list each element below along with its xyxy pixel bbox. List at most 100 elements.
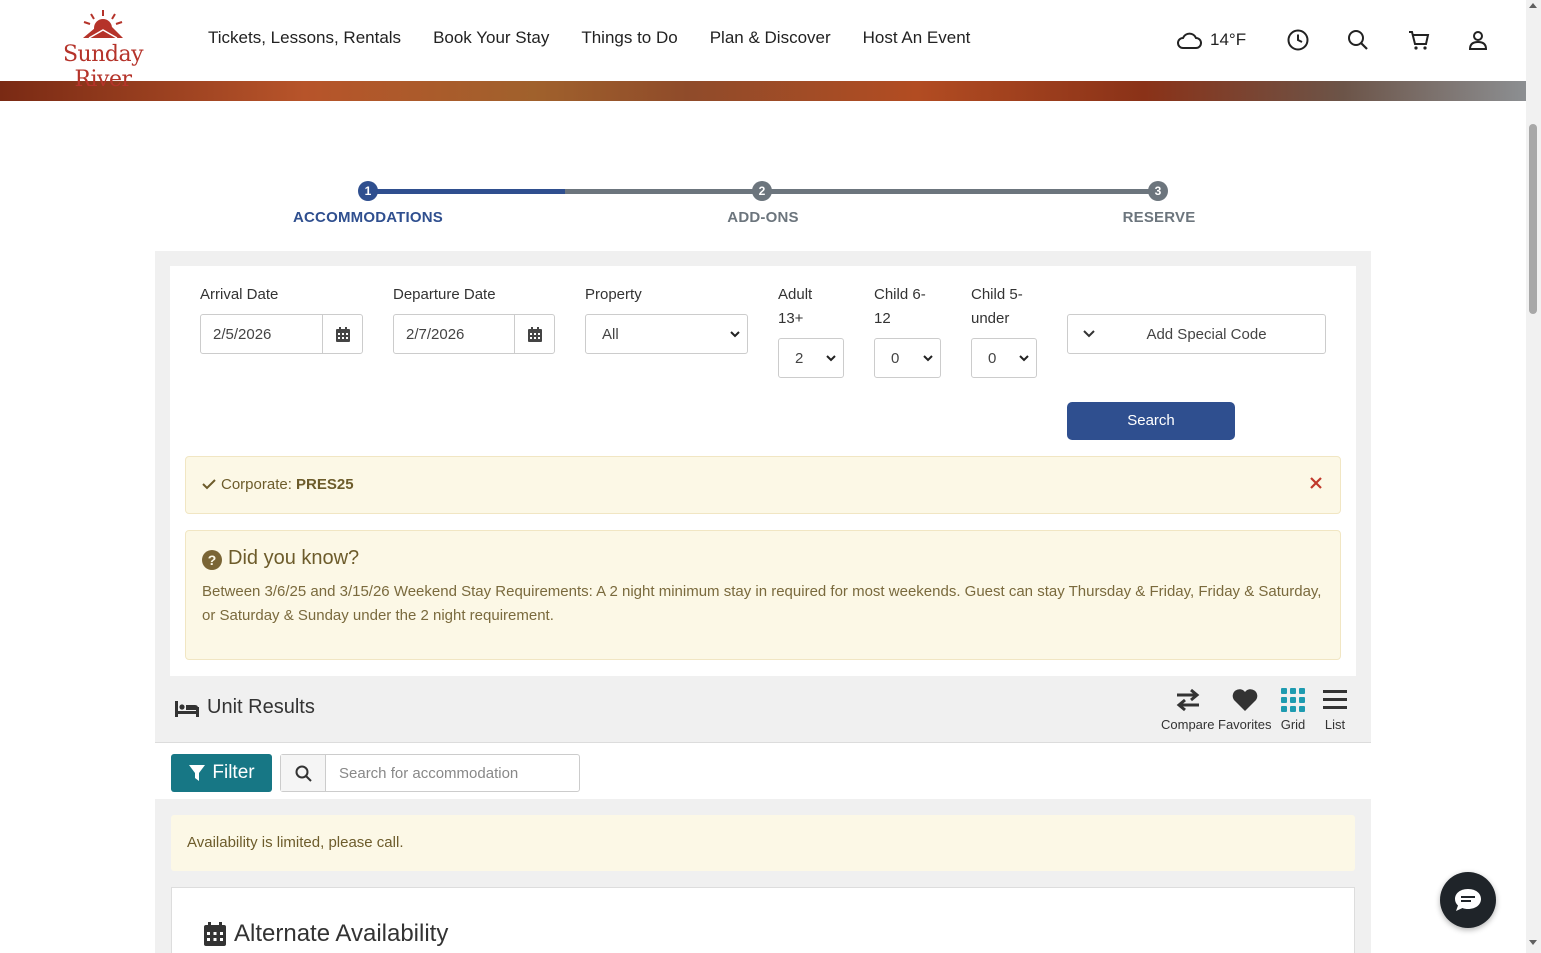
adult-label-line2: 13+ (778, 310, 804, 327)
clock-icon[interactable] (1286, 28, 1310, 52)
arrival-date-value: 2/5/2026 (213, 326, 272, 343)
compare-view-button[interactable]: Compare (1161, 687, 1214, 732)
filter-button[interactable]: Filter (171, 754, 272, 792)
list-icon (1323, 690, 1347, 709)
adult-label-line1: Adult (778, 286, 813, 303)
scroll-thumb[interactable] (1529, 124, 1537, 314)
chevron-down-icon (730, 331, 740, 338)
chat-button[interactable] (1440, 872, 1496, 928)
property-value: All (602, 326, 619, 343)
filter-icon (189, 765, 206, 781)
arrival-date-label: Arrival Date (200, 286, 279, 303)
brand-name: Sunday River (62, 42, 144, 92)
filter-label: Filter (212, 762, 255, 783)
alternate-availability-card: Alternate Availability (171, 887, 1355, 953)
list-view-button[interactable]: List (1322, 687, 1348, 732)
cloud-icon (1177, 32, 1202, 49)
child-6-12-value: 0 (891, 350, 900, 367)
departure-calendar-button[interactable] (514, 315, 554, 353)
remove-code-icon[interactable] (1308, 475, 1324, 491)
chat-bubble-icon (1455, 889, 1481, 911)
step-2-circle: 2 (752, 181, 772, 201)
grid-icon (1281, 688, 1305, 712)
corporate-code-alert: Corporate: PRES25 (185, 456, 1341, 514)
did-you-know-title: Did you know? (228, 547, 360, 569)
special-code-label: Add Special Code (1146, 326, 1267, 343)
step-1-circle: 1 (358, 181, 378, 201)
compare-label: Compare (1161, 717, 1215, 732)
accommodation-search-placeholder: Search for accommodation (339, 765, 519, 782)
departure-date-field[interactable]: 2/7/2026 (393, 314, 555, 354)
unit-results-bar: Unit Results Compare Favorites Grid List (155, 677, 1371, 743)
child-6-12-label-line2: 12 (874, 310, 891, 327)
search-icon[interactable] (1346, 28, 1370, 52)
unit-results-title: Unit Results (207, 696, 315, 718)
child-6-12-label-line1: Child 6- (874, 286, 926, 303)
cart-icon[interactable] (1407, 28, 1431, 52)
child-6-12-select[interactable]: 0 (874, 338, 941, 378)
child-5-under-label-line2: under (971, 310, 1010, 327)
nav-book-your-stay[interactable]: Book Your Stay (433, 28, 549, 48)
step-3-label: RESERVE (1122, 209, 1196, 226)
question-circle-icon: ? (202, 550, 222, 570)
site-header: Sunday River Tickets, Lessons, Rentals B… (0, 0, 1526, 92)
alternate-availability-heading: Alternate Availability (204, 920, 448, 948)
departure-date-label: Departure Date (393, 286, 496, 303)
child-5-under-value: 0 (988, 350, 997, 367)
special-code-toggle[interactable]: Add Special Code (1067, 314, 1326, 354)
departure-date-value: 2/7/2026 (406, 326, 465, 343)
sun-logo-icon (83, 10, 123, 39)
nav-things-to-do[interactable]: Things to Do (581, 28, 677, 48)
did-you-know-alert: ? Did you know? Between 3/6/25 and 3/15/… (185, 530, 1341, 660)
arrival-calendar-button[interactable] (322, 315, 362, 353)
property-select[interactable]: All (585, 314, 748, 354)
calendar-icon (335, 326, 350, 342)
corporate-code: PRES25 (296, 476, 354, 493)
grid-label: Grid (1280, 717, 1306, 732)
nav-plan-discover[interactable]: Plan & Discover (710, 28, 831, 48)
favorites-label: Favorites (1218, 717, 1272, 732)
adult-count-value: 2 (795, 350, 804, 367)
property-label: Property (585, 286, 642, 303)
did-you-know-body: Between 3/6/25 and 3/15/26 Weekend Stay … (202, 583, 1322, 624)
page-scrollbar[interactable] (1526, 0, 1541, 953)
weather-temp: 14°F (1210, 30, 1247, 49)
chevron-down-icon (923, 355, 933, 362)
step-1-label[interactable]: ACCOMMODATIONS (268, 209, 468, 226)
chevron-down-icon (826, 355, 836, 362)
alternate-availability-title: Alternate Availability (234, 920, 449, 947)
calendar-icon (204, 922, 226, 946)
search-button[interactable]: Search (1067, 402, 1235, 440)
nav-tickets[interactable]: Tickets, Lessons, Rentals (208, 28, 401, 48)
corporate-alert-text: Corporate: PRES25 (221, 476, 354, 493)
corporate-prefix: Corporate: (221, 476, 297, 493)
heart-icon (1232, 689, 1258, 711)
nav-host-an-event[interactable]: Host An Event (863, 28, 971, 48)
search-addon (281, 755, 326, 791)
child-5-under-label-line1: Child 5- (971, 286, 1023, 303)
step-2-label: ADD-ONS (727, 209, 799, 226)
stepper-progress-line (368, 189, 565, 194)
hero-image-strip (0, 81, 1526, 101)
booking-stepper: 1 2 3 ACCOMMODATIONS ADD-ONS RESERVE (155, 175, 1370, 235)
header-tools: 14°F (1176, 24, 1246, 56)
user-icon[interactable] (1466, 28, 1490, 52)
unit-results-heading: Unit Results (175, 696, 315, 719)
child-5-under-select[interactable]: 0 (971, 338, 1037, 378)
scroll-down-icon[interactable] (1529, 940, 1537, 945)
list-label: List (1324, 717, 1346, 732)
chevron-down-icon (1019, 355, 1029, 362)
grid-view-button[interactable]: Grid (1280, 687, 1306, 732)
compare-arrows-icon (1176, 688, 1200, 712)
arrival-date-field[interactable]: 2/5/2026 (200, 314, 363, 354)
availability-notice-text: Availability is limited, please call. (187, 834, 404, 851)
stepper-remaining-line (565, 189, 1158, 194)
main-nav: Tickets, Lessons, Rentals Book Your Stay… (208, 28, 970, 48)
accommodation-search-field[interactable]: Search for accommodation (280, 754, 580, 792)
search-icon (295, 765, 312, 782)
adult-count-select[interactable]: 2 (778, 338, 844, 378)
weather-widget[interactable]: 14°F (1176, 30, 1246, 50)
sunday-river-logo[interactable]: Sunday River (36, 8, 170, 92)
favorites-view-button[interactable]: Favorites (1218, 687, 1271, 732)
scroll-up-icon[interactable] (1529, 3, 1537, 8)
